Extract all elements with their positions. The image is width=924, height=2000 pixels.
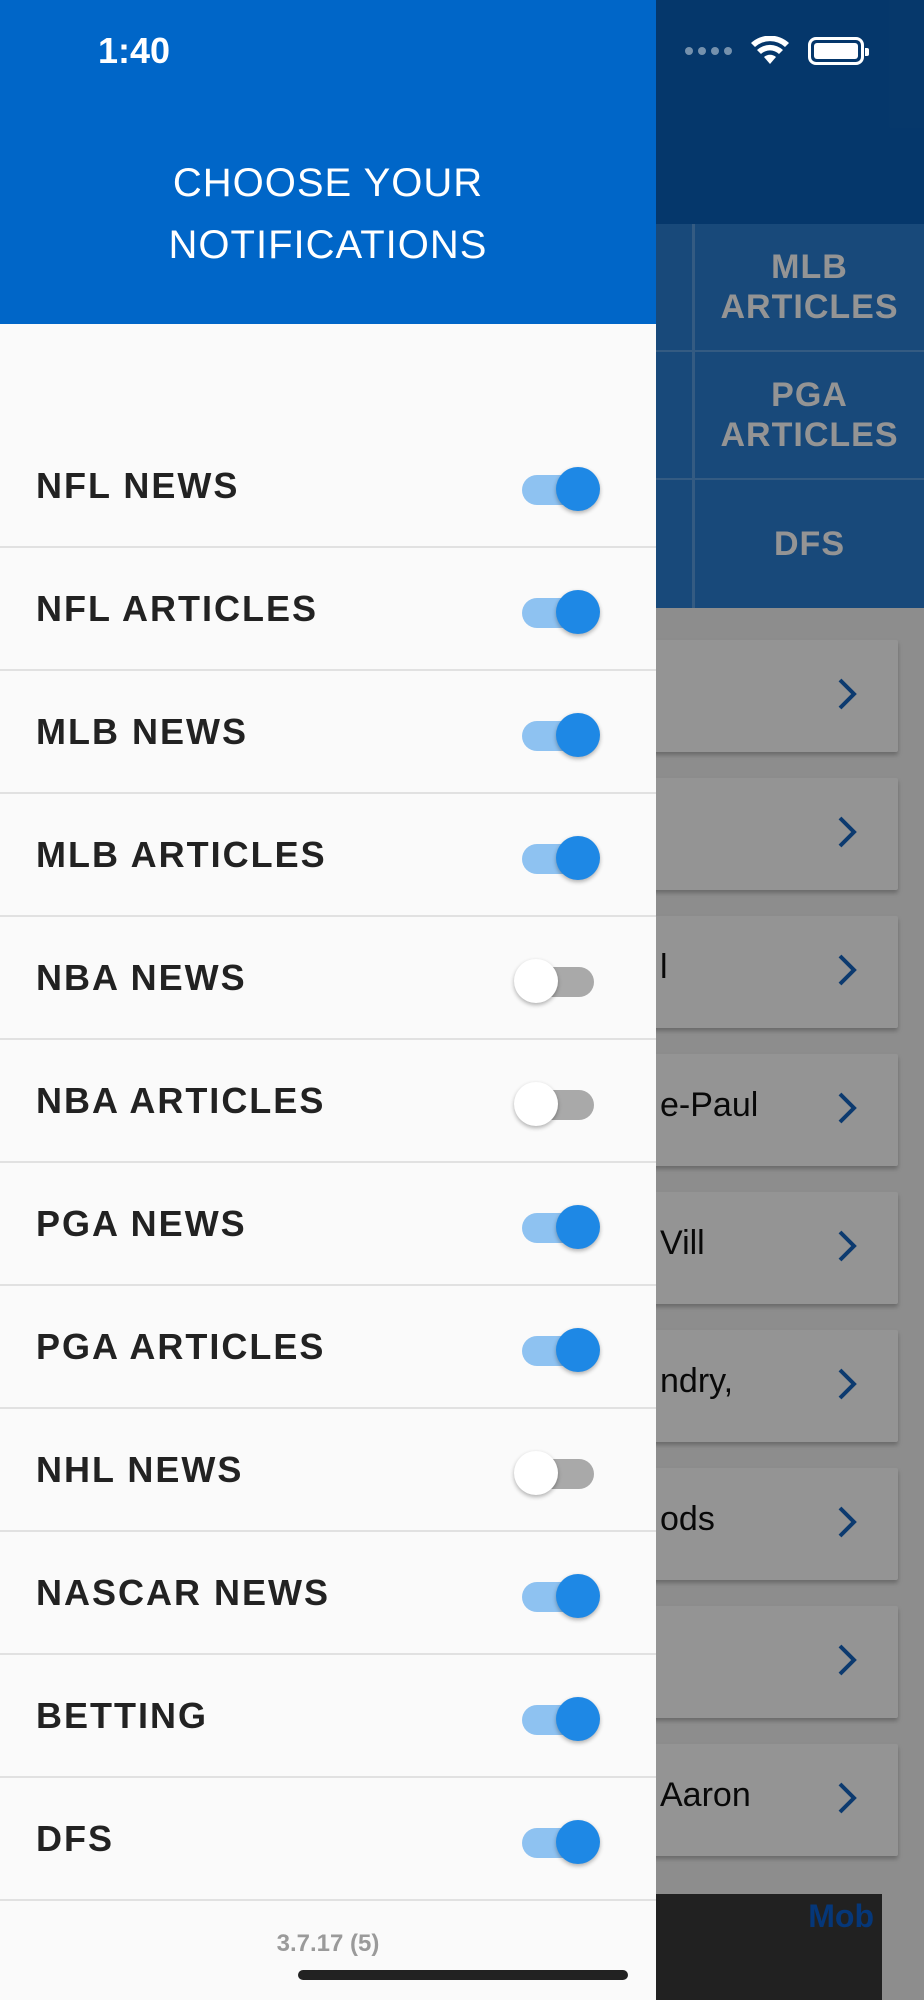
notification-row: NASCAR NEWS (0, 1532, 656, 1655)
notification-row: NBA ARTICLES (0, 1040, 656, 1163)
notification-row: NFL ARTICLES (0, 548, 656, 671)
notification-toggle[interactable] (514, 834, 600, 882)
notification-toggle[interactable] (514, 1572, 600, 1620)
toggle-thumb (514, 1082, 558, 1126)
notification-label: NFL ARTICLES (36, 588, 318, 629)
notification-row: PGA ARTICLES (0, 1286, 656, 1409)
notification-label: MLB NEWS (36, 711, 248, 752)
notification-row: MLB ARTICLES (0, 794, 656, 917)
toggle-thumb (514, 959, 558, 1003)
notification-toggle[interactable] (514, 1695, 600, 1743)
drawer-header: 1:40 CHOOSE YOUR NOTIFICATIONS (0, 0, 656, 324)
notification-label: PGA NEWS (36, 1203, 247, 1244)
notification-toggle[interactable] (514, 1449, 600, 1497)
notification-toggle[interactable] (514, 1080, 600, 1128)
notification-toggle[interactable] (514, 1326, 600, 1374)
notification-toggle[interactable] (514, 588, 600, 636)
toggle-thumb (556, 1205, 600, 1249)
notification-toggle[interactable] (514, 1203, 600, 1251)
status-time: 1:40 (98, 30, 171, 71)
notification-label: NBA NEWS (36, 957, 247, 998)
notification-label: BETTING (36, 1695, 208, 1736)
notification-toggle[interactable] (514, 711, 600, 759)
notification-row: MLB NEWS (0, 671, 656, 794)
notifications-drawer: 1:40 CHOOSE YOUR NOTIFICATIONS NFL NEWS N… (0, 0, 656, 2000)
notification-label: NBA ARTICLES (36, 1080, 326, 1121)
wifi-icon (751, 36, 789, 64)
notification-toggle[interactable] (514, 957, 600, 1005)
toggle-thumb (556, 590, 600, 634)
drawer-title-line: CHOOSE YOUR (172, 161, 484, 205)
toggle-thumb (556, 1328, 600, 1372)
notification-toggle[interactable] (514, 1818, 600, 1866)
toggle-thumb (556, 836, 600, 880)
toggle-thumb (556, 1820, 600, 1864)
toggle-thumb (556, 1697, 600, 1741)
toggle-thumb (556, 467, 600, 511)
toggle-thumb (556, 713, 600, 757)
notification-label: PGA ARTICLES (36, 1326, 326, 1367)
notification-label: NHL NEWS (36, 1449, 244, 1490)
notification-row: BETTING (0, 1655, 656, 1778)
battery-icon (808, 37, 869, 65)
notification-list: NFL NEWS NFL ARTICLES MLB NEWS MLB ARTICLES… (0, 425, 656, 1901)
drawer-title: CHOOSE YOUR NOTIFICATIONS (0, 152, 656, 276)
notification-label: NFL NEWS (36, 465, 240, 506)
notification-row: PGA NEWS (0, 1163, 656, 1286)
toggle-thumb (514, 1451, 558, 1495)
notification-label: NASCAR NEWS (36, 1572, 331, 1613)
notification-label: MLB ARTICLES (36, 834, 327, 875)
notification-row: NFL NEWS (0, 425, 656, 548)
drawer-title-line: NOTIFICATIONS (168, 223, 488, 267)
app-version: 3.7.17 (5) (276, 1930, 380, 1957)
notification-row: NBA NEWS (0, 917, 656, 1040)
cellular-signal-icon (685, 47, 732, 55)
notification-row: NHL NEWS (0, 1409, 656, 1532)
toggle-thumb (556, 1574, 600, 1618)
notification-label: DFS (36, 1818, 114, 1859)
notification-row: DFS (0, 1778, 656, 1901)
notification-toggle[interactable] (514, 465, 600, 513)
status-icons (685, 36, 869, 66)
home-indicator[interactable] (298, 1970, 628, 1980)
